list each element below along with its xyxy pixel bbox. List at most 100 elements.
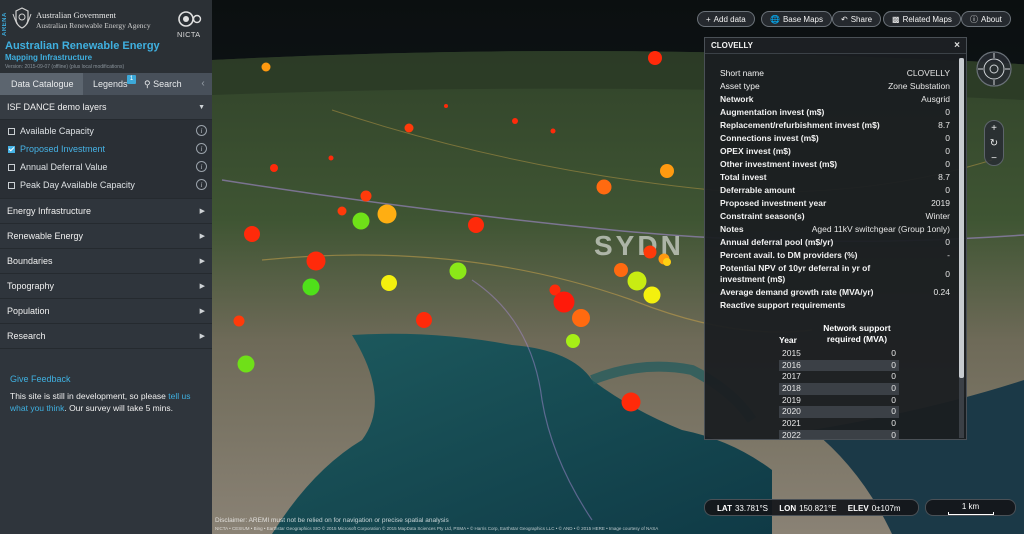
app-subtitle: Mapping Infrastructure — [5, 53, 93, 62]
substation-marker[interactable] — [416, 312, 432, 328]
cell-support: 0 — [891, 371, 896, 382]
add-data-button[interactable]: + Add data — [697, 11, 755, 27]
substation-marker[interactable] — [233, 315, 245, 327]
group-energy-infrastructure[interactable]: Energy Infrastructure ▶ — [0, 199, 212, 224]
info-icon[interactable]: i — [196, 143, 207, 154]
cell-support: 0 — [891, 429, 896, 439]
zoom-out-button[interactable]: − — [985, 151, 1003, 166]
property-key: Augmentation invest (m$) — [720, 107, 825, 117]
about-button[interactable]: ⓘ About — [961, 11, 1011, 27]
substation-marker[interactable] — [381, 275, 397, 291]
property-row: Other investment invest (m$) 0 — [720, 158, 950, 171]
substation-marker[interactable] — [643, 245, 657, 259]
substation-marker[interactable] — [614, 263, 628, 277]
layer-label: Peak Day Available Capacity — [20, 180, 135, 190]
substation-marker[interactable] — [237, 355, 255, 373]
group-research[interactable]: Research ▶ — [0, 324, 212, 349]
zoom-in-button[interactable]: + — [985, 121, 1003, 136]
panel-scrollbar[interactable] — [959, 58, 964, 438]
substation-marker[interactable] — [337, 206, 347, 216]
nicta-logo-icon — [178, 11, 202, 27]
substation-marker[interactable] — [468, 217, 484, 233]
feedback-text-after: . Our survey will take 5 mins. — [64, 403, 173, 413]
substation-marker[interactable] — [261, 62, 271, 72]
property-value: 0 — [945, 185, 950, 195]
substation-marker[interactable] — [663, 258, 671, 266]
close-icon[interactable]: × — [954, 38, 960, 54]
substation-marker[interactable] — [648, 51, 662, 65]
lat-label: LAT — [717, 504, 732, 513]
layer-peak-day-capacity[interactable]: Peak Day Available Capacity i — [0, 176, 212, 194]
collapse-sidebar-chevron-icon[interactable]: ‹ — [197, 73, 209, 95]
info-icon[interactable]: i — [196, 179, 207, 190]
tab-data-catalogue[interactable]: Data Catalogue — [0, 73, 83, 95]
tab-search-label: Search — [153, 79, 182, 89]
group-boundaries[interactable]: Boundaries ▶ — [0, 249, 212, 274]
property-key: Proposed investment year — [720, 198, 827, 208]
substation-marker[interactable] — [566, 334, 580, 348]
substation-marker[interactable] — [360, 190, 372, 202]
group-label: Population — [7, 306, 50, 316]
base-maps-button[interactable]: 🌐 Base Maps — [761, 11, 832, 27]
info-icon[interactable]: i — [196, 161, 207, 172]
substation-marker[interactable] — [643, 286, 661, 304]
checkbox-annual-deferral-value[interactable] — [8, 164, 15, 171]
checkbox-peak-day-capacity[interactable] — [8, 182, 15, 189]
substation-marker[interactable] — [352, 212, 370, 230]
layer-available-capacity[interactable]: Available Capacity i — [0, 122, 212, 140]
substation-marker[interactable] — [596, 179, 612, 195]
substation-marker[interactable] — [328, 155, 334, 161]
substation-marker[interactable] — [550, 128, 556, 134]
cell-support: 0 — [891, 383, 896, 394]
substation-marker[interactable] — [404, 123, 414, 133]
tab-search[interactable]: ⚲ Search — [142, 73, 198, 95]
property-row: Potential NPV of 10yr deferral in yr of … — [720, 262, 950, 286]
reset-view-button[interactable]: ↻ — [985, 136, 1003, 151]
substation-marker[interactable] — [449, 262, 467, 280]
property-key: Reactive support requirements — [720, 300, 846, 310]
group-topography[interactable]: Topography ▶ — [0, 274, 212, 299]
agency-name: Australian Renewable Energy Agency — [36, 21, 151, 30]
group-renewable-energy[interactable]: Renewable Energy ▶ — [0, 224, 212, 249]
substation-marker[interactable] — [660, 164, 674, 178]
info-icon[interactable]: i — [196, 125, 207, 136]
compass-icon[interactable] — [975, 50, 1013, 88]
substation-marker[interactable] — [572, 309, 590, 327]
property-value: Aged 11kV switchgear (Group 1only) — [811, 224, 950, 234]
property-value: - — [947, 250, 950, 260]
table-row: 2019 0 — [779, 395, 899, 407]
substation-marker[interactable] — [627, 271, 647, 291]
substation-marker[interactable] — [444, 104, 448, 108]
arena-tag: ARENA — [2, 12, 8, 36]
related-maps-icon: ▩ — [892, 15, 900, 24]
substation-marker[interactable] — [244, 226, 260, 242]
substation-marker[interactable] — [306, 251, 326, 271]
layer-proposed-investment[interactable]: Proposed Investment i — [0, 140, 212, 158]
layer-annual-deferral-value[interactable]: Annual Deferral Value i — [0, 158, 212, 176]
substation-marker[interactable] — [302, 278, 320, 296]
group-isf-dance[interactable]: ISF DANCE demo layers ▼ — [0, 95, 212, 120]
government-name: Australian Government — [36, 10, 117, 20]
cell-support: 0 — [891, 348, 896, 358]
substation-marker[interactable] — [377, 204, 397, 224]
property-key: Network — [720, 94, 754, 104]
property-row: Average demand growth rate (MVA/yr) 0.24 — [720, 286, 950, 299]
cell-year: 2020 — [782, 406, 801, 417]
property-key: Other investment invest (m$) — [720, 159, 838, 169]
scrollbar-thumb[interactable] — [959, 58, 964, 378]
substation-marker[interactable] — [270, 164, 278, 172]
checkbox-proposed-investment[interactable] — [8, 146, 15, 153]
share-button[interactable]: ↶ Share — [832, 11, 882, 27]
give-feedback-link[interactable]: Give Feedback — [10, 374, 202, 384]
substation-marker[interactable] — [553, 291, 575, 313]
substation-marker[interactable] — [512, 118, 518, 124]
cell-support: 0 — [891, 394, 896, 405]
group-label: Research — [7, 331, 46, 341]
map-viewport[interactable]: SYDN + Add data 🌐 Base Maps ↶ Share ▩ Relate… — [212, 0, 1024, 534]
substation-marker[interactable] — [621, 392, 641, 412]
add-data-label: Add data — [713, 15, 746, 24]
property-value: 2019 — [931, 198, 950, 208]
checkbox-available-capacity[interactable] — [8, 128, 15, 135]
group-population[interactable]: Population ▶ — [0, 299, 212, 324]
related-maps-button[interactable]: ▩ Related Maps — [883, 11, 961, 27]
